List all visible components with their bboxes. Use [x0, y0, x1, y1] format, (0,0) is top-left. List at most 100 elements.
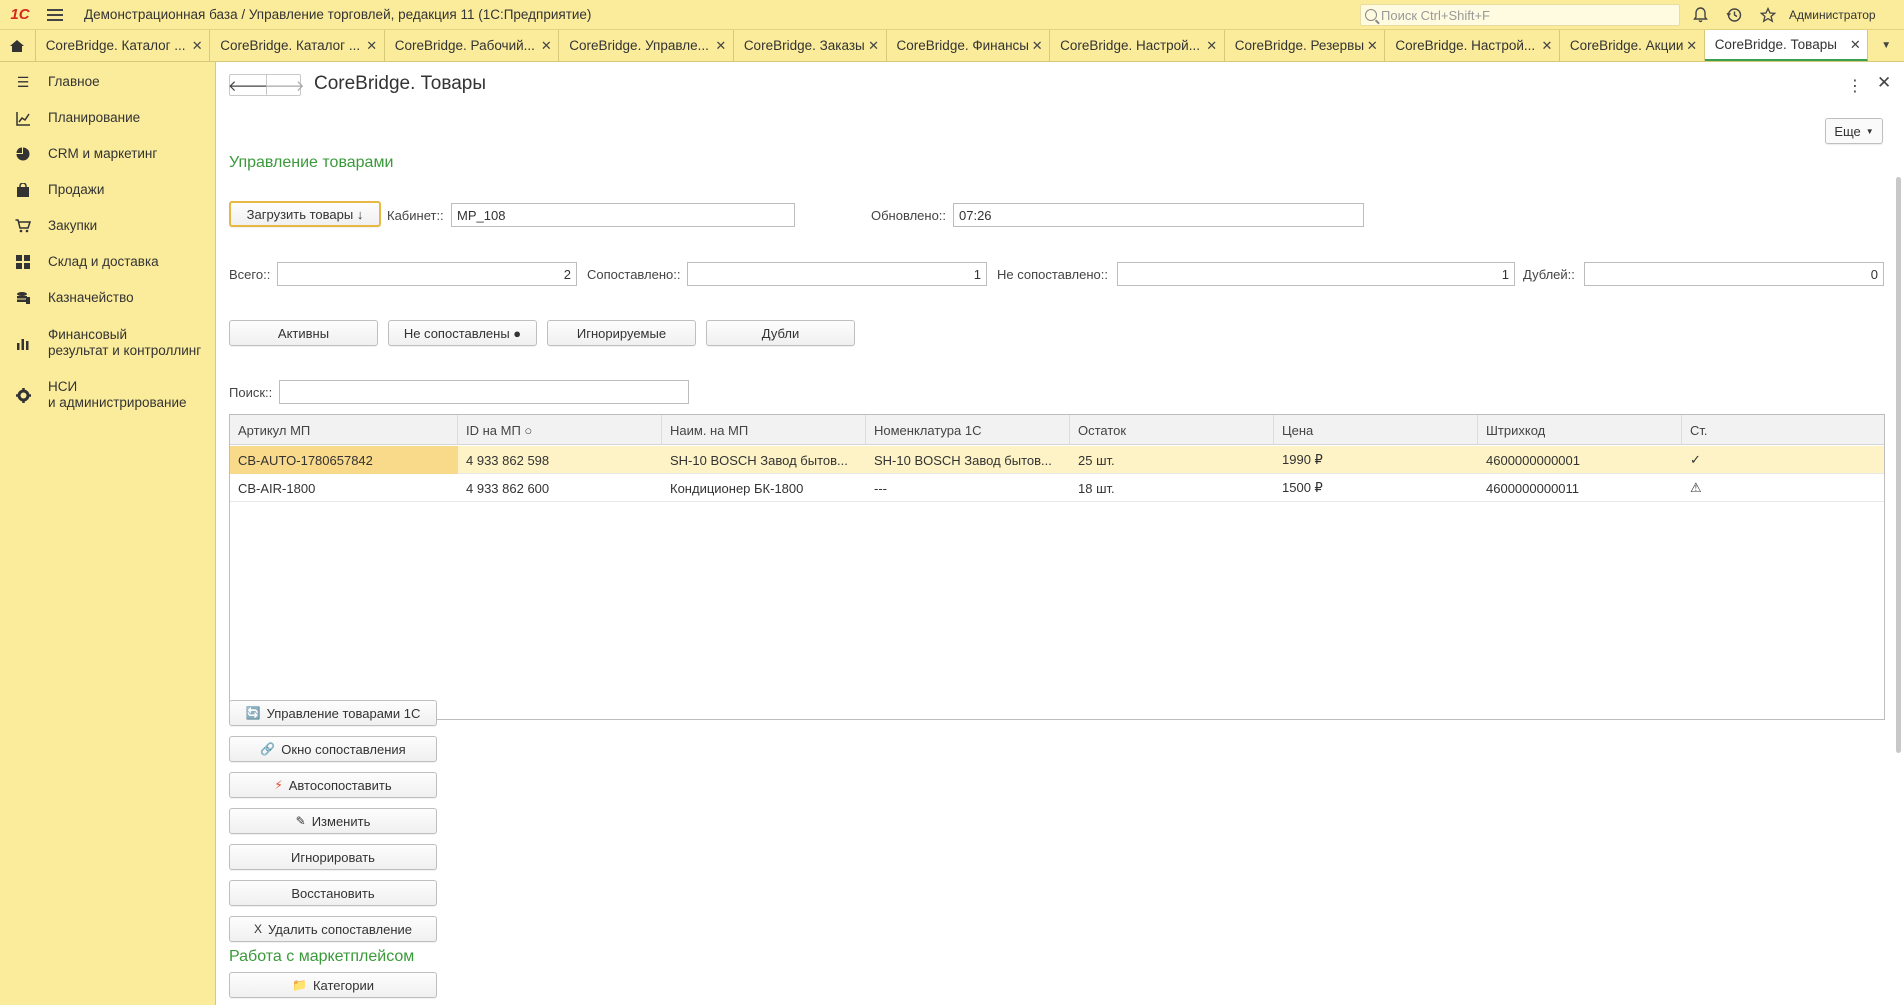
column-header-price[interactable]: Цена	[1274, 415, 1478, 445]
column-header-barcode[interactable]: Штрихкод	[1478, 415, 1682, 445]
sidebar-item-treasury[interactable]: Казначейство	[0, 286, 216, 310]
filter-ignored-button[interactable]: Игнорируемые	[547, 320, 696, 346]
sidebar-item-admin[interactable]: НСИ и администрирование	[0, 376, 216, 414]
close-icon[interactable]: ✕	[189, 38, 205, 54]
tab-products[interactable]: CoreBridge. Товары ✕	[1704, 30, 1869, 61]
coins-icon	[14, 289, 32, 307]
column-header-stock[interactable]: Остаток	[1070, 415, 1274, 445]
filter-unmatched-button[interactable]: Не сопоставлены ●	[388, 320, 537, 346]
tab-orders[interactable]: CoreBridge. Заказы ✕	[734, 30, 887, 61]
close-icon[interactable]: ✕	[1684, 38, 1700, 54]
cell-sku: CB-AIR-1800	[238, 480, 316, 496]
cell-mp-name: SH-10 BOSCH Завод бытов...	[670, 452, 848, 468]
cell-sku: CB-AUTO-1780657842	[230, 446, 458, 474]
column-header-mp-id[interactable]: ID на МП ○	[458, 415, 662, 445]
dupes-field[interactable]: 0	[1584, 262, 1884, 286]
auto-match-button[interactable]: ⚡ Автосопоставить	[229, 772, 437, 798]
status-warning-icon: ⚠	[1690, 480, 1702, 495]
sidebar-item-crm[interactable]: CRM и маркетинг	[0, 142, 216, 166]
sidebar-item-warehouse[interactable]: Склад и доставка	[0, 250, 216, 274]
bell-icon[interactable]	[1690, 5, 1710, 25]
updated-field[interactable]: 07:26	[953, 203, 1364, 227]
column-header-mp-name[interactable]: Наим. на МП	[662, 415, 866, 445]
close-icon[interactable]: ✕	[1204, 38, 1220, 54]
tab-settings-1[interactable]: CoreBridge. Настрой... ✕	[1050, 30, 1225, 61]
user-name[interactable]: Администратор	[1789, 8, 1876, 22]
ignore-button[interactable]: Игнорировать	[229, 844, 437, 870]
close-icon[interactable]: ✕	[1847, 37, 1863, 53]
close-icon[interactable]: ✕	[1364, 38, 1380, 54]
close-icon[interactable]: ✕	[1029, 38, 1045, 54]
sidebar-item-planning[interactable]: Планирование	[0, 106, 216, 130]
x-icon: X	[253, 922, 262, 936]
home-tab[interactable]	[0, 30, 36, 61]
matched-field[interactable]: 1	[687, 262, 987, 286]
close-icon[interactable]: ✕	[538, 38, 554, 54]
tab-catalog-2[interactable]: CoreBridge. Каталог ... ✕	[210, 30, 385, 61]
close-icon[interactable]: ✕	[1539, 38, 1555, 54]
tab-workplace[interactable]: CoreBridge. Рабочий... ✕	[385, 30, 560, 61]
history-icon[interactable]	[1724, 5, 1744, 25]
section-title-marketplace: Работа с маркетплейсом	[229, 948, 415, 965]
refresh-icon: 🔄	[245, 706, 261, 720]
sidebar-item-main[interactable]: ☰ Главное	[0, 70, 216, 94]
open-tabs-bar: CoreBridge. Каталог ... ✕ CoreBridge. Кат…	[0, 30, 1904, 62]
sidebar-item-sales[interactable]: Продажи	[0, 178, 216, 202]
sidebar-item-purchases[interactable]: Закупки	[0, 214, 216, 238]
cell-mp-id: 4 933 862 600	[466, 480, 550, 496]
gear-icon	[14, 386, 32, 404]
matching-window-button[interactable]: 🔗 Окно сопоставления	[229, 736, 437, 762]
edit-button[interactable]: ✎ Изменить	[229, 808, 437, 834]
close-icon[interactable]: ✕	[866, 38, 882, 54]
cell-price: 1990 ₽	[1282, 452, 1323, 467]
scrollbar-thumb[interactable]	[1896, 177, 1901, 753]
tabs-dropdown-icon[interactable]: ▼	[1868, 30, 1904, 61]
folder-icon: 📁	[292, 978, 307, 992]
delete-matching-button[interactable]: X Удалить сопоставление	[229, 916, 437, 942]
cabinet-label: Кабинет::	[387, 208, 444, 223]
filter-active-button[interactable]: Активны	[229, 320, 378, 346]
sidebar-item-financial-result[interactable]: Финансовый результат и контроллинг	[0, 324, 216, 362]
table-row[interactable]: CB-AUTO-1780657842 4 933 862 598 SH-10 B…	[230, 446, 1884, 474]
filter-dupes-button[interactable]: Дубли	[706, 320, 855, 346]
column-header-status[interactable]: Ст.	[1682, 415, 1884, 445]
tab-promotions[interactable]: CoreBridge. Акции ✕	[1560, 30, 1705, 61]
global-search-input[interactable]: Поиск Ctrl+Shift+F	[1360, 4, 1680, 26]
main-menu-button[interactable]	[40, 0, 70, 30]
close-icon[interactable]: ✕	[364, 38, 380, 54]
tab-settings-2[interactable]: CoreBridge. Настрой... ✕	[1385, 30, 1560, 61]
star-icon[interactable]	[1758, 5, 1778, 25]
cart-icon	[14, 217, 32, 235]
planning-chart-icon	[14, 109, 32, 127]
more-vertical-icon[interactable]: ⋮	[1847, 76, 1863, 96]
back-arrow-icon[interactable]: 🡐	[228, 75, 268, 95]
close-icon[interactable]: ✕	[1877, 73, 1891, 93]
dupes-label: Дублей::	[1523, 267, 1575, 282]
vertical-scrollbar[interactable]	[1895, 177, 1903, 1003]
load-products-button[interactable]: Загрузить товары ↓	[229, 201, 381, 227]
column-header-nomenclature[interactable]: Номенклатура 1С	[866, 415, 1070, 445]
shopping-bag-icon	[14, 181, 32, 199]
table-row[interactable]: CB-AIR-1800 4 933 862 600 Кондиционер БК…	[230, 474, 1884, 502]
unmatched-field[interactable]: 1	[1117, 262, 1515, 286]
unmatched-label: Не сопоставлено::	[997, 267, 1108, 282]
categories-button[interactable]: 📁 Категории	[229, 972, 437, 998]
search-input[interactable]	[279, 380, 689, 404]
forward-arrow-icon[interactable]: 🡒	[264, 75, 305, 95]
app-logo[interactable]: 1С	[0, 0, 40, 30]
warehouse-grid-icon	[14, 253, 32, 271]
tab-reserves[interactable]: CoreBridge. Резервы ✕	[1225, 30, 1386, 61]
manage-1c-products-button[interactable]: 🔄 Управление товарами 1С	[229, 700, 437, 726]
column-header-sku[interactable]: Артикул МП	[230, 415, 458, 445]
total-field[interactable]: 2	[277, 262, 577, 286]
close-icon[interactable]: ✕	[713, 38, 729, 54]
bar-chart-icon	[14, 334, 32, 352]
tab-catalog-1[interactable]: CoreBridge. Каталог ... ✕	[36, 30, 211, 61]
restore-button[interactable]: Восстановить	[229, 880, 437, 906]
cell-price: 1500 ₽	[1282, 480, 1323, 495]
cell-mp-id: 4 933 862 598	[466, 452, 550, 468]
cabinet-field[interactable]: MP_108	[451, 203, 795, 227]
tab-management[interactable]: CoreBridge. Управле... ✕	[559, 30, 734, 61]
more-actions-button[interactable]: Еще ▼	[1825, 118, 1883, 144]
tab-finance[interactable]: CoreBridge. Финансы ✕	[887, 30, 1051, 61]
